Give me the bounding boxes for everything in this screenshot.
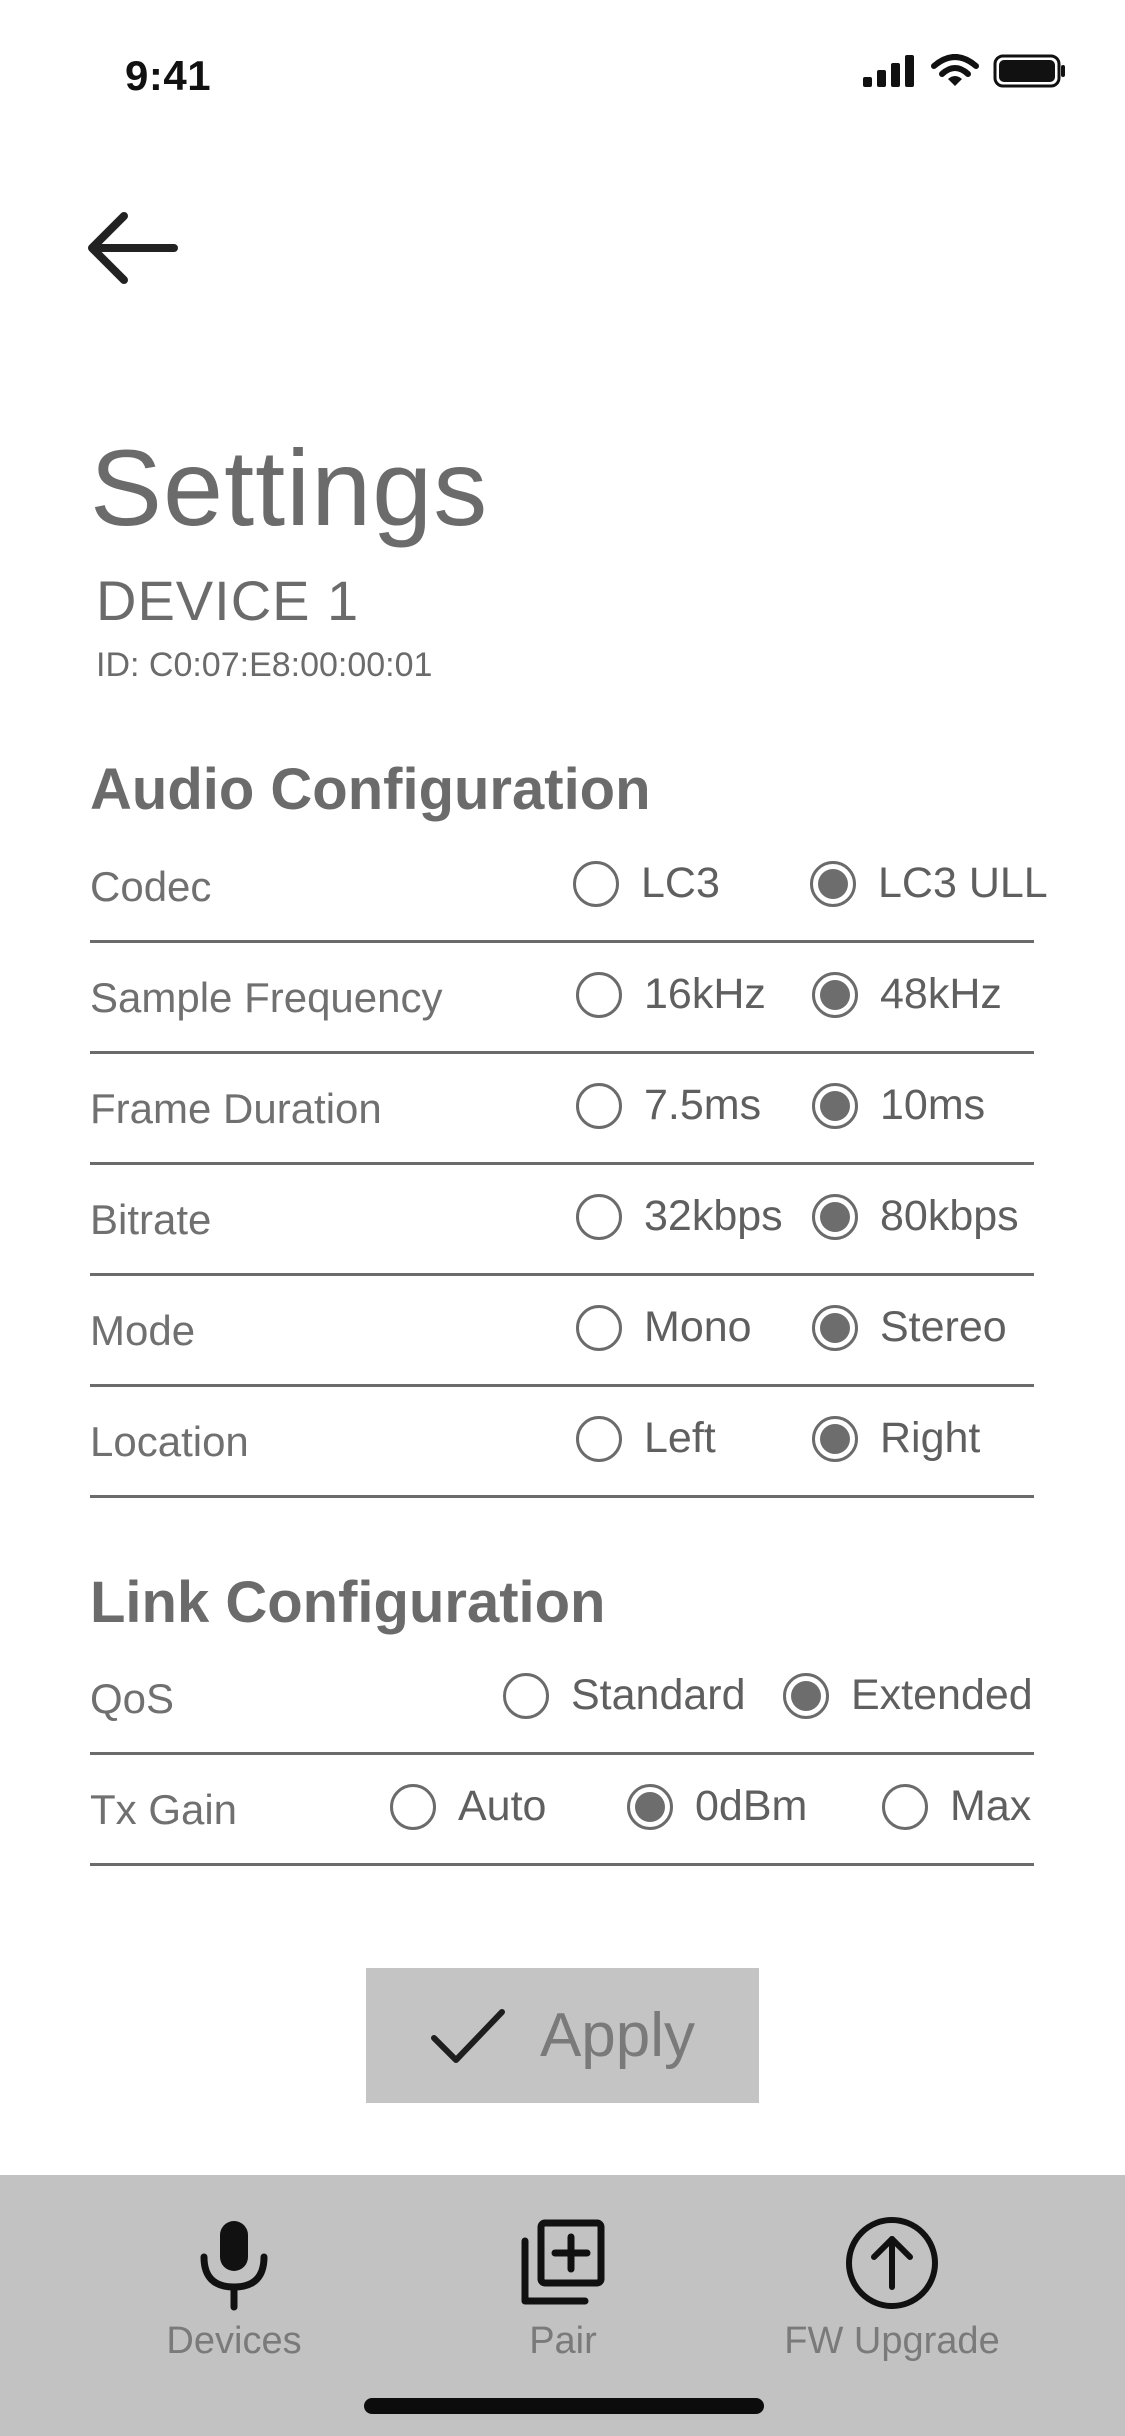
- location-option-right[interactable]: Right: [812, 1414, 980, 1463]
- option-label: 0dBm: [695, 1782, 808, 1830]
- page-title: Settings: [90, 427, 489, 548]
- battery-icon: [993, 54, 1065, 88]
- device-id: ID: C0:07:E8:00:00:01: [96, 646, 433, 684]
- location-label: Location: [90, 1418, 249, 1465]
- qos-label: QoS: [90, 1675, 175, 1722]
- option-label: Right: [880, 1414, 981, 1462]
- option-label: 10ms: [880, 1081, 986, 1129]
- radio-button[interactable]: [390, 1783, 436, 1830]
- frame-duration-label: Frame Duration: [90, 1085, 382, 1132]
- wifi-icon: [931, 54, 979, 86]
- bitrate-option-80kbps[interactable]: 80kbps: [812, 1192, 1019, 1241]
- option-label: Extended: [851, 1671, 1033, 1719]
- qos-option-standard[interactable]: Standard: [503, 1671, 746, 1720]
- option-label: 7.5ms: [644, 1081, 762, 1129]
- codec-row: Codec LC3 LC3 ULL: [90, 833, 1048, 943]
- sample-frequency-option-48khz[interactable]: 48kHz: [812, 970, 1002, 1019]
- codec-option-lc3[interactable]: LC3: [573, 859, 720, 908]
- device-name: DEVICE 1: [96, 569, 360, 632]
- option-label: Auto: [458, 1782, 547, 1830]
- tab-devices[interactable]: Devices: [104, 2175, 364, 2375]
- status-time: 9:41: [125, 52, 212, 99]
- bitrate-label: Bitrate: [90, 1196, 212, 1243]
- option-label: Mono: [644, 1303, 752, 1351]
- radio-button-selected[interactable]: [783, 1672, 829, 1719]
- sample-frequency-option-16khz[interactable]: 16kHz: [576, 970, 766, 1019]
- radio-button-selected[interactable]: [812, 971, 858, 1018]
- option-label: LC3 ULL: [878, 859, 1048, 907]
- tx-gain-option-max[interactable]: Max: [882, 1782, 1031, 1831]
- radio-button[interactable]: [576, 971, 622, 1018]
- tx-gain-option-auto[interactable]: Auto: [390, 1782, 546, 1831]
- radio-button[interactable]: [503, 1672, 549, 1719]
- tab-devices-label: Devices: [166, 2320, 302, 2362]
- radio-button-selected[interactable]: [812, 1304, 858, 1351]
- radio-button-selected[interactable]: [812, 1193, 858, 1240]
- radio-button[interactable]: [576, 1193, 622, 1240]
- tx-gain-option-0dbm[interactable]: 0dBm: [627, 1782, 807, 1831]
- location-option-left[interactable]: Left: [576, 1414, 716, 1463]
- radio-button[interactable]: [576, 1304, 622, 1351]
- radio-button-selected[interactable]: [810, 860, 856, 907]
- apply-label: Apply: [539, 2001, 696, 2070]
- codec-option-lc3-ull[interactable]: LC3 ULL: [810, 859, 1048, 908]
- radio-button-selected[interactable]: [812, 1415, 858, 1462]
- radio-button[interactable]: [576, 1082, 622, 1129]
- codec-label: Codec: [90, 863, 212, 910]
- frame-duration-row: Frame Duration 7.5ms 10ms: [90, 1055, 1034, 1165]
- back-arrow-icon[interactable]: [86, 210, 178, 286]
- mode-row: Mode Mono Stereo: [90, 1277, 1034, 1387]
- frame-duration-option-10ms[interactable]: 10ms: [812, 1081, 985, 1130]
- option-label: 16kHz: [644, 970, 766, 1018]
- apply-button[interactable]: Apply: [366, 1968, 759, 2103]
- tab-fw-upgrade-label: FW Upgrade: [784, 2320, 1000, 2362]
- bitrate-row: Bitrate 32kbps 80kbps: [90, 1166, 1034, 1276]
- option-label: 80kbps: [880, 1192, 1019, 1240]
- microphone-icon: [200, 2221, 268, 2311]
- cellular-signal-icon: [863, 55, 914, 87]
- upload-circle-icon: [846, 2217, 938, 2309]
- status-icons: [863, 54, 1067, 88]
- link-configuration-heading: Link Configuration: [90, 1570, 606, 1635]
- qos-option-extended[interactable]: Extended: [783, 1671, 1033, 1720]
- option-label: Max: [950, 1782, 1032, 1830]
- sample-frequency-row: Sample Frequency 16kHz 48kHz: [90, 944, 1034, 1054]
- tx-gain-row: Tx Gain Auto 0dBm Max: [90, 1756, 1034, 1866]
- tab-bar: Devices Pair FW Upgrade: [0, 2175, 1125, 2436]
- radio-button[interactable]: [882, 1783, 928, 1830]
- option-label: Standard: [571, 1671, 746, 1719]
- option-label: 48kHz: [880, 970, 1002, 1018]
- tab-fw-upgrade[interactable]: FW Upgrade: [762, 2175, 1022, 2375]
- location-row: Location Left Right: [90, 1388, 1034, 1498]
- radio-button[interactable]: [573, 860, 619, 907]
- bitrate-option-32kbps[interactable]: 32kbps: [576, 1192, 783, 1241]
- radio-button-selected[interactable]: [627, 1783, 673, 1830]
- audio-configuration-heading: Audio Configuration: [90, 757, 651, 822]
- tx-gain-label: Tx Gain: [90, 1786, 238, 1833]
- tab-pair[interactable]: Pair: [433, 2175, 693, 2375]
- option-label: Stereo: [880, 1303, 1007, 1351]
- option-label: LC3: [641, 859, 720, 907]
- radio-button-selected[interactable]: [812, 1082, 858, 1129]
- tab-pair-label: Pair: [529, 2320, 597, 2362]
- qos-row: QoS Standard Extended: [90, 1645, 1034, 1755]
- add-stack-icon: [521, 2219, 605, 2305]
- mode-label: Mode: [90, 1307, 196, 1354]
- home-indicator: [364, 2398, 764, 2414]
- mode-option-stereo[interactable]: Stereo: [812, 1303, 1007, 1352]
- option-label: 32kbps: [644, 1192, 783, 1240]
- mode-option-mono[interactable]: Mono: [576, 1303, 752, 1352]
- radio-button[interactable]: [576, 1415, 622, 1462]
- sample-frequency-label: Sample Frequency: [90, 974, 443, 1021]
- checkmark-icon: [430, 2008, 505, 2063]
- frame-duration-option-7-5ms[interactable]: 7.5ms: [576, 1081, 761, 1130]
- option-label: Left: [644, 1414, 716, 1462]
